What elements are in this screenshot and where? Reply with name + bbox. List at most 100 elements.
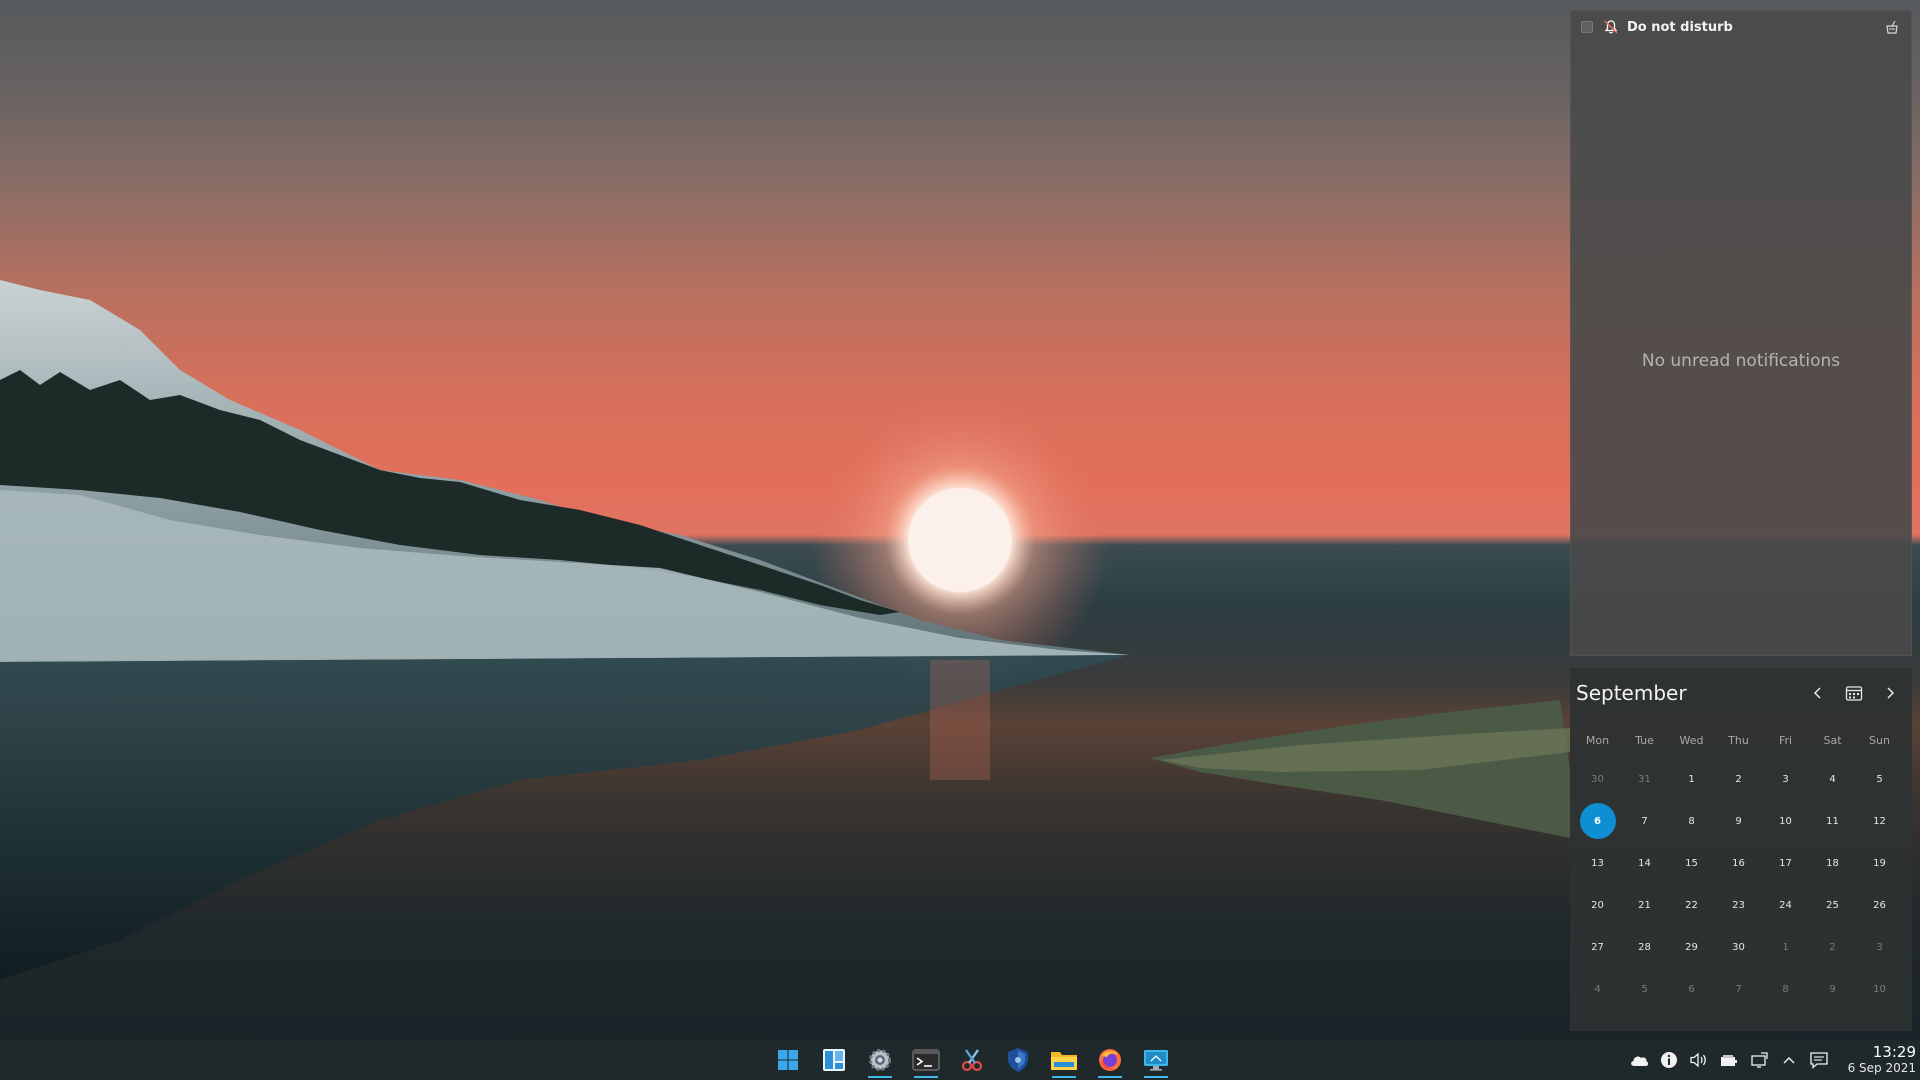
taskbar-security-button[interactable] <box>995 1040 1041 1080</box>
calendar-day[interactable]: 9 <box>1809 968 1856 1010</box>
tray-action-center-button[interactable] <box>1804 1040 1834 1080</box>
calendar-day[interactable]: 30 <box>1574 758 1621 800</box>
calendar-day[interactable]: 7 <box>1715 968 1762 1010</box>
calendar-day[interactable]: 8 <box>1668 800 1715 842</box>
next-month-button[interactable] <box>1874 677 1906 709</box>
calendar-day-number: 1 <box>1688 773 1695 785</box>
calendar-day[interactable]: 13 <box>1574 842 1621 884</box>
taskbar-file-explorer-button[interactable] <box>1041 1040 1087 1080</box>
calendar-day[interactable]: 1 <box>1762 926 1809 968</box>
calendar-day[interactable]: 26 <box>1856 884 1903 926</box>
today-button[interactable] <box>1838 677 1870 709</box>
taskbar-widgets-button[interactable] <box>811 1040 857 1080</box>
calendar-day[interactable]: 10 <box>1856 968 1903 1010</box>
taskbar: 13:29 6 Sep 2021 <box>0 1040 1920 1080</box>
calendar-day[interactable]: 22 <box>1668 884 1715 926</box>
calendar-day[interactable]: 31 <box>1621 758 1668 800</box>
notification-icon <box>1810 1052 1828 1069</box>
tray-info-button[interactable] <box>1654 1040 1684 1080</box>
calendar-day-number: 2 <box>1829 941 1836 953</box>
calendar-day[interactable]: 20 <box>1574 884 1621 926</box>
tray-battery-button[interactable] <box>1714 1040 1744 1080</box>
calendar-day-number: 15 <box>1685 857 1698 869</box>
calendar-day[interactable]: 18 <box>1809 842 1856 884</box>
calendar-day-number: 14 <box>1638 857 1651 869</box>
calendar-day[interactable]: 6 <box>1668 968 1715 1010</box>
calendar-day-number: 7 <box>1735 983 1742 995</box>
taskbar-terminal-button[interactable] <box>903 1040 949 1080</box>
taskbar-remote-desktop-button[interactable] <box>1133 1040 1179 1080</box>
calendar-day[interactable]: 7 <box>1621 800 1668 842</box>
running-indicator <box>914 1076 938 1078</box>
calendar-day-number: 5 <box>1641 983 1648 995</box>
calendar-day-number: 23 <box>1732 899 1745 911</box>
calendar-day[interactable]: 28 <box>1621 926 1668 968</box>
taskbar-settings-button[interactable] <box>857 1040 903 1080</box>
calendar-day[interactable]: 30 <box>1715 926 1762 968</box>
calendar-day[interactable]: 2 <box>1809 926 1856 968</box>
taskbar-snipping-tool-button[interactable] <box>949 1040 995 1080</box>
calendar-day[interactable]: 27 <box>1574 926 1621 968</box>
calendar-day[interactable]: 17 <box>1762 842 1809 884</box>
clear-all-icon[interactable] <box>1883 18 1901 36</box>
taskbar-start-button[interactable] <box>765 1040 811 1080</box>
taskbar-clock[interactable]: 13:29 6 Sep 2021 <box>1842 1044 1916 1076</box>
clock-time: 13:29 <box>1872 1043 1916 1061</box>
calendar-day-number: 28 <box>1638 941 1651 953</box>
calendar-day[interactable]: 10 <box>1762 800 1809 842</box>
calendar-day-number: 6 <box>1688 983 1695 995</box>
calendar-day[interactable]: 5 <box>1621 968 1668 1010</box>
tray-overflow-button[interactable] <box>1774 1040 1804 1080</box>
taskbar-firefox-button[interactable] <box>1087 1040 1133 1080</box>
calendar-day[interactable]: 11 <box>1809 800 1856 842</box>
calendar-day[interactable]: 23 <box>1715 884 1762 926</box>
calendar-day[interactable]: 9 <box>1715 800 1762 842</box>
calendar-day-number: 20 <box>1591 899 1604 911</box>
display-icon <box>1751 1052 1768 1068</box>
do-not-disturb-toggle[interactable] <box>1581 21 1593 33</box>
calendar-day-number: 2 <box>1735 773 1742 785</box>
calendar-day-today[interactable]: 6 <box>1574 800 1621 842</box>
calendar-day-number: 27 <box>1591 941 1604 953</box>
bell-icon <box>1604 20 1618 34</box>
weekday-label: Sat <box>1823 734 1842 747</box>
calendar-day[interactable]: 2 <box>1715 758 1762 800</box>
tray-volume-button[interactable] <box>1684 1040 1714 1080</box>
calendar-day[interactable]: 24 <box>1762 884 1809 926</box>
calendar-day[interactable]: 4 <box>1809 758 1856 800</box>
calendar-day[interactable]: 3 <box>1762 758 1809 800</box>
tray-display-button[interactable] <box>1744 1040 1774 1080</box>
calendar-day-number: 30 <box>1591 773 1604 785</box>
tray-onedrive-button[interactable] <box>1624 1040 1654 1080</box>
calendar-day[interactable]: 4 <box>1574 968 1621 1010</box>
calendar-day[interactable]: 29 <box>1668 926 1715 968</box>
calendar-day[interactable]: 8 <box>1762 968 1809 1010</box>
calendar-day[interactable]: 15 <box>1668 842 1715 884</box>
calendar-day[interactable]: 25 <box>1809 884 1856 926</box>
calendar-day-number: 3 <box>1782 773 1789 785</box>
calendar-month-title[interactable]: September <box>1576 681 1798 705</box>
calendar-day[interactable]: 1 <box>1668 758 1715 800</box>
shield-icon <box>1008 1048 1028 1072</box>
notification-header: Do not disturb <box>1571 11 1911 43</box>
calendar-day[interactable]: 3 <box>1856 926 1903 968</box>
taskbar-apps <box>765 1040 1179 1080</box>
calendar-day-number: 29 <box>1685 941 1698 953</box>
empty-notifications-message: No unread notifications <box>1641 351 1841 371</box>
running-indicator <box>1098 1076 1122 1078</box>
calendar-day[interactable]: 14 <box>1621 842 1668 884</box>
calendar-day[interactable]: 19 <box>1856 842 1903 884</box>
info-icon <box>1661 1052 1677 1068</box>
calendar-day[interactable]: 12 <box>1856 800 1903 842</box>
calendar-day[interactable]: 21 <box>1621 884 1668 926</box>
previous-month-button[interactable] <box>1802 677 1834 709</box>
calendar-day-number: 6 <box>1579 803 1616 839</box>
monitor-icon <box>1144 1050 1168 1071</box>
calendar-day-number: 24 <box>1779 899 1792 911</box>
calendar-day-number: 19 <box>1873 857 1886 869</box>
calendar-day-number: 8 <box>1782 983 1789 995</box>
calendar-day[interactable]: 16 <box>1715 842 1762 884</box>
chevron-up-icon <box>1783 1057 1795 1064</box>
calendar-day[interactable]: 5 <box>1856 758 1903 800</box>
calendar-day-number: 31 <box>1638 773 1651 785</box>
